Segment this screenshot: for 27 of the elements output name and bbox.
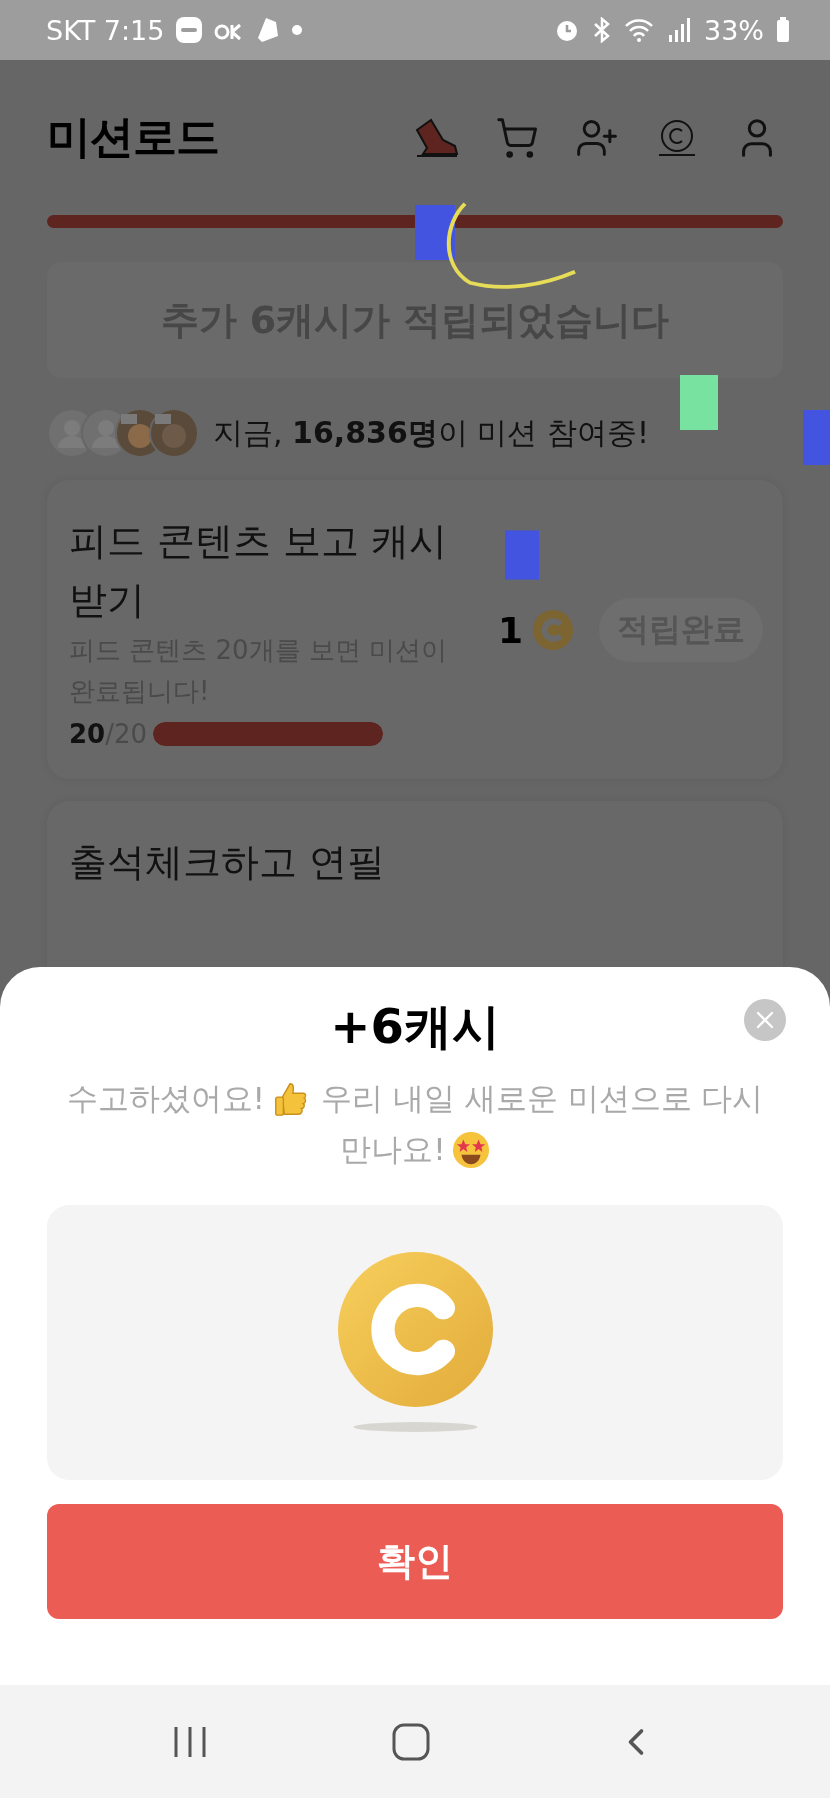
message-text: 수고하셨어요!	[66, 1079, 265, 1118]
coin-icon	[533, 610, 573, 651]
mission-title: 출석체크하고 연필	[69, 838, 387, 886]
participants-text: 지금, 16,836명이 미션 참여중!	[213, 413, 649, 452]
battery-icon	[776, 17, 790, 43]
confetti-piece	[505, 530, 539, 580]
confirm-button[interactable]: 확인	[47, 1504, 783, 1620]
confetti-piece	[803, 410, 830, 465]
confetti-piece	[680, 375, 718, 430]
wifi-icon	[624, 17, 656, 43]
signal-icon	[668, 17, 692, 43]
sheet-title: +6캐시	[330, 997, 500, 1056]
reward-amount: 1	[497, 610, 523, 651]
dot-icon	[292, 25, 303, 35]
shadow-icon	[352, 1421, 478, 1434]
bluetooth-icon	[592, 17, 612, 43]
coin-icon	[337, 1252, 493, 1408]
mission-title: 피드 콘텐츠 보고 캐시 받기	[69, 518, 449, 624]
message-text: 만나요!	[340, 1130, 446, 1170]
home-icon[interactable]	[392, 1722, 430, 1761]
status-time: SKT 7:15	[46, 14, 165, 46]
message-text: 우리 내일 새로운 미션으로 다시	[321, 1079, 764, 1118]
page-title: 미션로드	[47, 110, 219, 164]
battery-percent: 33%	[704, 14, 764, 46]
recents-icon[interactable]	[172, 1724, 208, 1759]
smiley-icon	[451, 1130, 490, 1169]
wear-icon	[176, 17, 203, 43]
